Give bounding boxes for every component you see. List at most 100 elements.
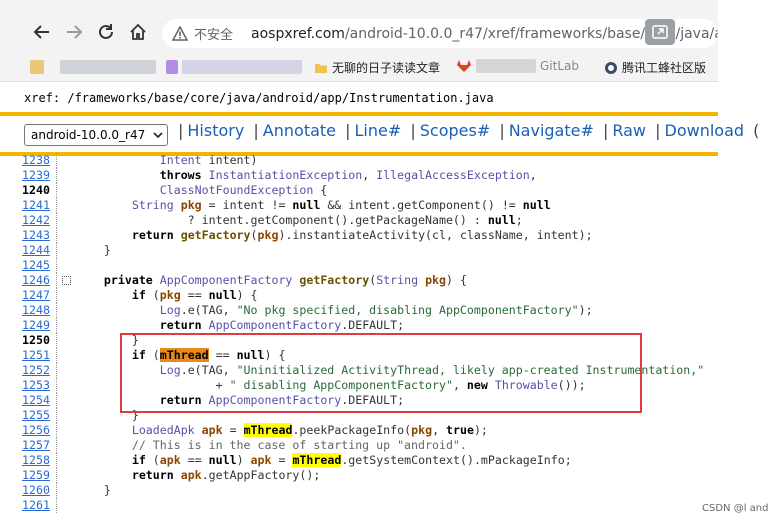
line-number-link[interactable]: 1261: [22, 498, 50, 513]
line-number-link[interactable]: 1255: [22, 408, 50, 423]
code-line: 1241 String pkg = intent != null && inte…: [0, 198, 718, 213]
line-number-link[interactable]: 1260: [22, 483, 50, 498]
gutter-divider: [56, 243, 57, 258]
menu-annotate[interactable]: Annotate: [263, 121, 336, 140]
gutter-divider: [56, 168, 57, 183]
security-label[interactable]: 不安全: [194, 24, 233, 43]
code-line: 1256 LoadedApk apk = mThread.peekPackage…: [0, 423, 718, 438]
code-line: 1245: [0, 258, 718, 273]
open-in-window-button[interactable]: [645, 19, 675, 45]
gutter-divider: [56, 348, 57, 363]
line-number-link[interactable]: 1241: [22, 198, 50, 213]
menu-navigate[interactable]: Navigate#: [509, 121, 594, 140]
code-line: 1261: [0, 498, 718, 513]
code-text: String pkg = intent != null && intent.ge…: [131, 198, 551, 212]
gutter-divider: [56, 153, 57, 168]
bookmark-articles[interactable]: 无聊的日子读读文章: [314, 59, 440, 76]
blurred-bookmark[interactable]: [60, 60, 156, 74]
gutter-divider: [56, 318, 57, 333]
code-line: 1239 throws InstantiationException, Ille…: [0, 168, 718, 183]
line-number-link[interactable]: 1253: [22, 378, 50, 393]
line-number-link[interactable]: 1245: [22, 258, 50, 273]
menu-download[interactable]: Download: [665, 121, 745, 140]
code-line: 1242 ? intent.getComponent().getPackageN…: [0, 213, 718, 228]
menu-overflow: (: [753, 121, 760, 140]
line-number-link[interactable]: 1257: [22, 438, 50, 453]
code-text: }: [76, 243, 111, 257]
line-number-link: 1250: [22, 333, 50, 347]
forward-button[interactable]: [60, 18, 88, 46]
line-number-link[interactable]: 1238: [22, 153, 50, 168]
code-text: return getFactory(pkg).instantiateActivi…: [131, 228, 593, 242]
code-text: return AppComponentFactory.DEFAULT;: [159, 318, 405, 332]
code-text: Log.e(TAG, "No pkg specified, disabling …: [159, 303, 593, 317]
code-text: LoadedApk apk = mThread.peekPackageInfo(…: [131, 423, 488, 437]
code-text: private AppComponentFactory getFactory(S…: [103, 273, 467, 287]
gutter-divider: [56, 288, 57, 303]
gutter-divider: [56, 438, 57, 453]
gutter-divider: [56, 378, 57, 393]
bookmark-label: 腾讯工蜂社区版: [622, 61, 707, 75]
line-number-link[interactable]: 1254: [22, 393, 50, 408]
gutter-divider: [56, 408, 57, 423]
line-number-link[interactable]: 1239: [22, 168, 50, 183]
home-button[interactable]: [124, 18, 152, 46]
fold-toggle-icon[interactable]: [62, 276, 71, 285]
code-line: 1258 if (apk == null) apk = mThread.getS…: [0, 453, 718, 468]
reload-icon: [99, 24, 113, 39]
arrow-right-icon: [67, 25, 83, 39]
code-line: 1238 Intent intent): [0, 153, 718, 168]
menu-bar: | History | Annotate | Line# | Scopes# | Navi…: [178, 121, 760, 140]
bookmark-tencent[interactable]: 腾讯工蜂社区版: [604, 59, 706, 76]
code-line: 1247 if (pkg == null) {: [0, 288, 718, 303]
annotation-highlight-box: [120, 333, 642, 413]
bookmark-label: 无聊的日子读读文章: [332, 61, 441, 75]
menu-history[interactable]: History: [187, 121, 244, 140]
blurred-text: [476, 59, 536, 73]
gutter-divider: [56, 333, 57, 348]
code-text: throws InstantiationException, IllegalAc…: [159, 168, 537, 182]
menu-scopes[interactable]: Scopes#: [420, 121, 490, 140]
line-number-link[interactable]: 1259: [22, 468, 50, 483]
gutter-divider: [56, 423, 57, 438]
navigation-header: android-10.0.0_r47 | History | Annotate | L…: [0, 112, 759, 156]
reload-button[interactable]: [92, 18, 120, 46]
line-number-link[interactable]: 1243: [22, 228, 50, 243]
xref-path: xref: /frameworks/base/core/java/android…: [24, 91, 494, 105]
warning-icon: [172, 25, 188, 42]
gutter-divider: [56, 363, 57, 378]
line-number-link[interactable]: 1251: [22, 348, 50, 363]
code-text: if (apk == null) apk = mThread.getSystem…: [131, 453, 572, 467]
code-text: Intent intent): [159, 153, 258, 167]
line-number-link[interactable]: 1256: [22, 423, 50, 438]
version-select[interactable]: android-10.0.0_r47: [24, 124, 168, 146]
menu-line-numbers[interactable]: Line#: [355, 121, 402, 140]
line-number-link[interactable]: 1246: [22, 273, 50, 288]
bookmark-gitlab[interactable]: GitLab: [456, 59, 579, 73]
browser-toolbar: 不安全 aospxref.com/android-10.0.0_r47/xref…: [0, 0, 718, 52]
code-text: // This is in the case of starting up "a…: [76, 438, 467, 452]
code-line: 1244 }: [0, 243, 718, 258]
code-line: 1246 private AppComponentFactory getFact…: [0, 273, 718, 288]
line-number-link[interactable]: 1248: [22, 303, 50, 318]
blurred-bookmark[interactable]: [182, 60, 302, 74]
code-text: return apk.getAppFactory();: [131, 468, 321, 482]
code-text: }: [76, 483, 111, 497]
line-number-link[interactable]: 1244: [22, 243, 50, 258]
code-line: 1259 return apk.getAppFactory();: [0, 468, 718, 483]
watermark: CSDN @l and: [702, 503, 769, 514]
gutter-divider: [56, 228, 57, 243]
code-line: 1243 return getFactory(pkg).instantiateA…: [0, 228, 718, 243]
code-text: if (pkg == null) {: [131, 288, 258, 302]
menu-raw[interactable]: Raw: [612, 121, 646, 140]
line-number-link[interactable]: 1249: [22, 318, 50, 333]
blurred-bookmark-icon: [166, 60, 178, 74]
line-number-link[interactable]: 1242: [22, 213, 50, 228]
line-number-link[interactable]: 1247: [22, 288, 50, 303]
address-bar[interactable]: 不安全 aospxref.com/android-10.0.0_r47/xref…: [162, 19, 718, 48]
back-button[interactable]: [28, 18, 56, 46]
line-number-link[interactable]: 1252: [22, 363, 50, 378]
line-number-link[interactable]: 1258: [22, 453, 50, 468]
code-line: 1257 // This is in the case of starting …: [0, 438, 718, 453]
code-text: ? intent.getComponent().getPackageName()…: [76, 213, 523, 227]
